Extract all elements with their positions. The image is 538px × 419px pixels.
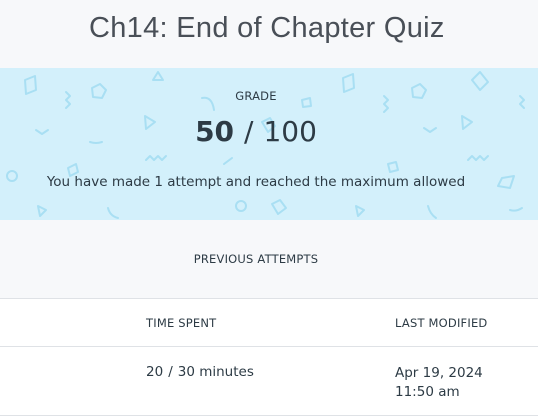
score-separator: /: [244, 115, 254, 148]
header-row-divider: [0, 346, 538, 347]
time-spent-cell: 20/30 minutes: [146, 364, 254, 380]
last-modified-cell: Apr 19, 2024 11:50 am: [395, 364, 483, 402]
grade-panel: GRADE 50 / 100 You have made 1 attempt and…: [0, 68, 538, 220]
attempts-message: You have made 1 attempt and reached the …: [46, 174, 466, 190]
row-divider: [0, 415, 538, 416]
column-header-time-spent: TIME SPENT: [146, 316, 217, 330]
quiz-results-page: Ch14: End of Chapter Quiz GRADE 50 / 100…: [0, 0, 538, 419]
quiz-title: Ch14: End of Chapter Quiz: [89, 12, 445, 44]
table-top-divider: [0, 298, 538, 299]
last-modified-date: Apr 19, 2024: [395, 365, 483, 381]
score: 50 / 100: [0, 115, 512, 148]
last-modified-time: 11:50 am: [395, 384, 460, 400]
time-separator: /: [168, 364, 173, 380]
page-header: Ch14: End of Chapter Quiz: [0, 0, 538, 68]
column-header-last-modified: LAST MODIFIED: [395, 316, 488, 330]
previous-attempts-heading: PREVIOUS ATTEMPTS: [193, 252, 319, 266]
grade-label: GRADE: [235, 89, 277, 103]
score-total: 100: [263, 115, 317, 148]
attempts-table: TIME SPENT LAST MODIFIED 20/30 minutes A…: [0, 298, 538, 419]
time-used: 20: [146, 364, 164, 380]
score-earned: 50: [195, 115, 235, 148]
time-limit: 30 minutes: [177, 364, 254, 380]
